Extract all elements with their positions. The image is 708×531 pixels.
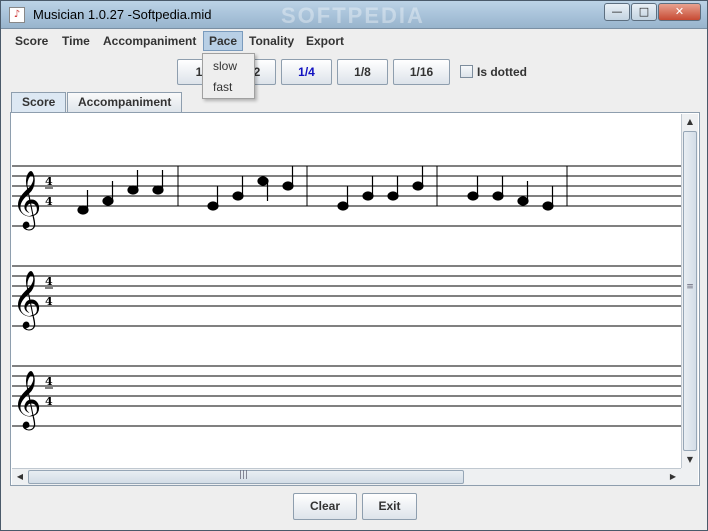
note [232, 191, 244, 201]
note [492, 191, 504, 201]
watermark-logo: SOFTPEDIA [281, 3, 425, 28]
score-svg: 𝄞 𝄞 𝄞 4 4 4 4 4 4 [12, 165, 681, 431]
treble-clef-icon: 𝄞 [12, 270, 42, 331]
scroll-left-icon[interactable]: ◀ [12, 469, 28, 485]
score-canvas[interactable]: 𝄞 𝄞 𝄞 4 4 4 4 4 4 [12, 114, 681, 468]
menu-accompaniment[interactable]: Accompaniment [98, 31, 201, 51]
duration-sixteenth-button[interactable]: 1/16 [393, 59, 450, 85]
scroll-down-icon[interactable]: ▼ [682, 452, 698, 468]
note [207, 201, 219, 211]
treble-clef-icon: 𝄞 [12, 170, 42, 231]
close-button[interactable]: ✕ [658, 3, 701, 21]
note [542, 201, 554, 211]
grip-icon: ≡ [686, 282, 694, 292]
time-sig-bottom: 4 [45, 195, 53, 208]
pace-option-fast[interactable]: fast [213, 80, 232, 94]
menu-tonality[interactable]: Tonality [244, 31, 299, 51]
dotted-checkbox[interactable] [460, 65, 473, 78]
time-sig-top: 4 [45, 375, 53, 388]
scroll-right-icon[interactable]: ▶ [665, 469, 681, 485]
duration-quarter-button[interactable]: 1/4 [281, 59, 332, 85]
dotted-checkbox-label[interactable]: Is dotted [477, 65, 527, 79]
staff-2 [12, 265, 681, 307]
tab-score[interactable]: Score [11, 92, 67, 113]
clear-button[interactable]: Clear [293, 493, 357, 520]
note [517, 196, 529, 206]
title-bar[interactable]: SOFTPEDIA ♪ Musician 1.0.27 -Softpedia.m… [1, 1, 707, 29]
scroll-up-icon[interactable]: ▲ [682, 114, 698, 130]
menu-export[interactable]: Export [301, 31, 349, 51]
note [412, 181, 424, 191]
menu-score[interactable]: Score [10, 31, 53, 51]
pace-option-slow[interactable]: slow [213, 59, 237, 73]
note [387, 191, 399, 201]
menu-time[interactable]: Time [57, 31, 95, 51]
horizontal-scrollbar[interactable]: ◀ ||| ▶ [12, 468, 681, 485]
note [77, 205, 89, 215]
time-sig-bottom: 4 [45, 395, 53, 408]
time-sig-bottom: 4 [45, 295, 53, 308]
pace-dropdown-menu: slow fast [202, 53, 255, 99]
horizontal-scroll-thumb[interactable]: ||| [28, 470, 464, 484]
note [282, 181, 294, 191]
scroll-corner [681, 468, 698, 485]
grip-icon: ||| [239, 470, 249, 480]
note [152, 185, 164, 195]
staff-3 [12, 365, 681, 407]
note [102, 196, 114, 206]
time-sig-top: 4 [45, 275, 53, 288]
window-controls: — □ ✕ [603, 3, 701, 21]
menu-bar: Score Time Accompaniment Pace Tonality E… [2, 29, 706, 53]
time-sig-top: 4 [45, 175, 53, 188]
vertical-scroll-thumb[interactable]: ≡ [683, 131, 697, 451]
app-icon[interactable]: ♪ [9, 7, 25, 23]
vertical-scrollbar[interactable]: ▲ ≡ ▼ [681, 114, 698, 468]
note [127, 185, 139, 195]
menu-pace[interactable]: Pace [203, 31, 244, 51]
treble-clef-icon: 𝄞 [12, 370, 42, 431]
note [467, 191, 479, 201]
maximize-button[interactable]: □ [631, 3, 657, 21]
note [362, 191, 374, 201]
note [257, 176, 269, 186]
notes-staff-1 [77, 166, 554, 215]
tab-accompaniment[interactable]: Accompaniment [67, 92, 183, 112]
minimize-button[interactable]: — [604, 3, 630, 21]
duration-eighth-button[interactable]: 1/8 [337, 59, 388, 85]
app-window: SOFTPEDIA ♪ Musician 1.0.27 -Softpedia.m… [0, 0, 708, 531]
note [337, 201, 349, 211]
exit-button[interactable]: Exit [362, 493, 417, 520]
window-title: Musician 1.0.27 -Softpedia.mid [33, 7, 212, 22]
